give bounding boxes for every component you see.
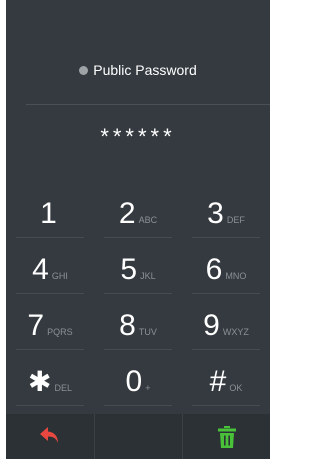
key-underline — [192, 293, 260, 294]
key-digit: 5 — [120, 253, 138, 286]
key-digit: 8 — [119, 309, 136, 342]
key-digit: 4 — [32, 253, 49, 286]
key-underline — [104, 237, 172, 238]
key-underline — [16, 237, 84, 238]
header: Public Password — [6, 0, 270, 104]
key-letters: PQRS — [47, 327, 73, 337]
password-display: ****** — [100, 124, 176, 149]
key-underline — [104, 293, 172, 294]
key-3[interactable]: 3 DEF — [182, 186, 270, 242]
back-arrow-icon — [40, 427, 58, 443]
key-digit: 3 — [207, 197, 224, 230]
key-letters: MNO — [225, 271, 247, 281]
divider — [26, 104, 270, 105]
key-letters: WXYZ — [222, 327, 249, 337]
asterisk-icon: ✱ — [28, 366, 52, 397]
key-letters: DEF — [226, 215, 245, 225]
key-letters: JKL — [140, 271, 156, 281]
password-title: Public Password — [6, 62, 270, 78]
key-letters: ABC — [138, 215, 158, 225]
key-underline — [192, 237, 260, 238]
key-5[interactable]: 5 JKL — [94, 242, 182, 298]
key-digit: 6 — [205, 253, 223, 286]
key-hash-ok[interactable]: # OK — [182, 354, 270, 410]
key-underline — [192, 405, 260, 406]
key-letters: + — [145, 383, 151, 393]
key-1[interactable]: 1 — [6, 186, 94, 242]
key-star-delete[interactable]: ✱ DEL — [6, 354, 94, 410]
key-7[interactable]: 7 PQRS — [6, 298, 94, 354]
key-letters: GHI — [51, 271, 68, 281]
key-4[interactable]: 4 GHI — [6, 242, 94, 298]
key-8[interactable]: 8 TUV — [94, 298, 182, 354]
delete-button[interactable] — [183, 414, 271, 459]
key-9[interactable]: 9 WXYZ — [182, 298, 270, 354]
key-digit: 7 — [27, 309, 45, 342]
key-letters: TUV — [138, 327, 157, 337]
key-digit: 1 — [40, 197, 57, 230]
key-underline — [104, 349, 172, 350]
key-2[interactable]: 2 ABC — [94, 186, 182, 242]
status-dot-icon — [79, 66, 89, 75]
key-0[interactable]: 0 + — [94, 354, 182, 410]
empty-slot — [95, 414, 183, 459]
key-underline — [16, 293, 84, 294]
key-6[interactable]: 6 MNO — [182, 242, 270, 298]
key-digit: # — [209, 365, 227, 398]
password-title-text: Public Password — [93, 62, 197, 78]
key-digit: 2 — [118, 197, 136, 230]
key-underline — [16, 349, 84, 350]
key-underline — [192, 349, 260, 350]
back-button[interactable] — [6, 414, 94, 459]
trash-icon — [218, 426, 236, 448]
device-screen: Public Password ****** 1 2 ABC 3 DEF 4 GHI … — [6, 0, 270, 459]
key-digit: 0 — [125, 365, 143, 398]
key-underline — [104, 405, 172, 406]
key-letters: DEL — [54, 383, 72, 393]
key-underline — [16, 405, 84, 406]
key-letters: OK — [229, 383, 243, 393]
bottom-action-bar — [6, 414, 270, 459]
key-digit: 9 — [203, 309, 220, 342]
